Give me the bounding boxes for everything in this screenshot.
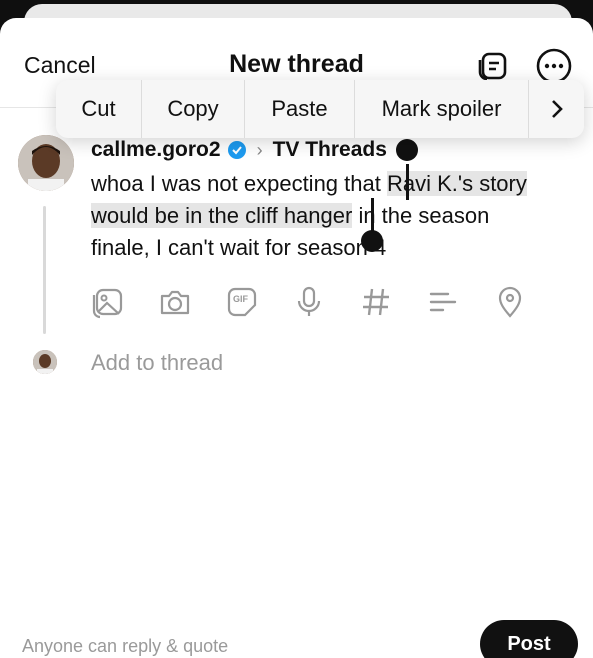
new-thread-sheet: Cancel New thread callme.goro2 › TV Thre… [0, 18, 593, 658]
hashtag-icon[interactable] [359, 285, 393, 319]
post-button[interactable]: Post [480, 620, 578, 658]
post-text-before: whoa I was not expecting that [91, 171, 387, 196]
verified-badge-icon [227, 141, 246, 159]
thread-line [43, 206, 46, 334]
location-icon[interactable] [493, 285, 527, 319]
selection-end-handle[interactable] [361, 230, 383, 252]
microphone-icon[interactable] [292, 285, 326, 319]
text-context-menu: Cut Copy Paste Mark spoiler [56, 80, 584, 138]
image-icon[interactable] [91, 285, 125, 319]
gif-icon[interactable]: GIF [225, 285, 259, 319]
camera-icon[interactable] [158, 285, 192, 319]
username[interactable]: callme.goro2 [91, 138, 221, 162]
post-text-area[interactable]: whoa I was not expecting that Ravi K.'s … [91, 168, 561, 264]
chevron-right-icon[interactable] [529, 80, 584, 138]
topic-tag[interactable]: TV Threads [273, 138, 387, 162]
poll-icon[interactable] [426, 285, 460, 319]
add-to-thread-input[interactable]: Add to thread [91, 350, 223, 376]
selection-start-handle[interactable] [396, 139, 418, 161]
mini-avatar [33, 350, 57, 374]
menu-item-mark-spoiler[interactable]: Mark spoiler [355, 80, 529, 138]
post-text-after-2: finale, I can't wait for season 4 [91, 235, 387, 260]
attachment-toolbar: GIF [91, 284, 560, 320]
svg-text:GIF: GIF [233, 294, 249, 304]
author-row: callme.goro2 › TV Threads [91, 136, 387, 164]
avatar[interactable] [18, 135, 74, 191]
selected-text-2: would be in the cliff hanger [91, 203, 353, 228]
menu-item-paste[interactable]: Paste [245, 80, 355, 138]
menu-item-copy[interactable]: Copy [142, 80, 245, 138]
chevron-right-icon: › [256, 139, 263, 160]
reply-permission-hint[interactable]: Anyone can reply & quote [22, 636, 228, 657]
selection-start-handle-bar[interactable] [406, 164, 409, 200]
menu-item-cut[interactable]: Cut [56, 80, 142, 138]
selection-end-handle-bar[interactable] [371, 198, 374, 232]
